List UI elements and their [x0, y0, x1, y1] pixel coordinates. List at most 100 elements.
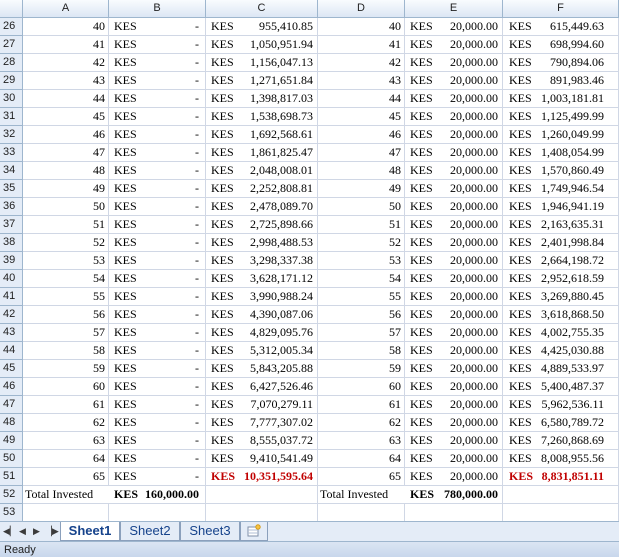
cell-f[interactable]: KES 790,894.06 — [503, 54, 619, 72]
cell-e[interactable]: KES 20,000.00 — [405, 342, 503, 360]
cell-d[interactable]: 61 — [318, 396, 405, 414]
cell-d[interactable]: 49 — [318, 180, 405, 198]
cell-f[interactable]: KES 5,962,536.11 — [503, 396, 619, 414]
cell-c[interactable]: KES 1,398,817.03 — [206, 90, 318, 108]
column-header-a[interactable]: A — [23, 0, 109, 18]
cell-a[interactable]: 57 — [23, 324, 109, 342]
cell-b[interactable]: KES - — [109, 72, 206, 90]
cell-e[interactable]: KES 20,000.00 — [405, 414, 503, 432]
cell-f[interactable]: KES 1,749,946.54 — [503, 180, 619, 198]
cell-e[interactable]: KES 20,000.00 — [405, 468, 503, 486]
select-all-corner[interactable] — [0, 0, 23, 18]
cell-d[interactable]: 56 — [318, 306, 405, 324]
cell-c[interactable]: KES 2,252,808.81 — [206, 180, 318, 198]
cell-e[interactable]: KES 20,000.00 — [405, 126, 503, 144]
total-invested-right[interactable]: KES 780,000.00 — [405, 486, 503, 504]
total-invested-left[interactable]: KES 160,000.00 — [109, 486, 206, 504]
cell-f[interactable]: KES 8,008,955.56 — [503, 450, 619, 468]
tab-sheet2[interactable]: Sheet2 — [120, 522, 180, 541]
prev-sheet-icon[interactable]: ◀ — [17, 525, 28, 538]
cell-c[interactable]: KES 2,048,008.01 — [206, 162, 318, 180]
cell-e[interactable]: KES 20,000.00 — [405, 234, 503, 252]
cell-f[interactable]: KES 1,570,860.49 — [503, 162, 619, 180]
cell-d[interactable]: 45 — [318, 108, 405, 126]
row-header[interactable]: 31 — [0, 108, 23, 126]
cell-c[interactable]: KES 3,990,988.24 — [206, 288, 318, 306]
cell-e[interactable]: KES 20,000.00 — [405, 288, 503, 306]
cell-d[interactable]: 54 — [318, 270, 405, 288]
cell-f[interactable]: KES 2,401,998.84 — [503, 234, 619, 252]
cell-d[interactable]: 40 — [318, 18, 405, 36]
cell-c[interactable]: KES 7,070,279.11 — [206, 396, 318, 414]
cell-c[interactable]: KES 5,843,205.88 — [206, 360, 318, 378]
insert-sheet-icon[interactable] — [240, 522, 268, 541]
empty-cell[interactable] — [318, 504, 405, 521]
cell-b[interactable]: KES - — [109, 432, 206, 450]
cell-b[interactable]: KES - — [109, 324, 206, 342]
cell-b[interactable]: KES - — [109, 18, 206, 36]
cell-b[interactable]: KES - — [109, 216, 206, 234]
cell-f[interactable]: KES 3,269,880.45 — [503, 288, 619, 306]
cell-b[interactable]: KES - — [109, 234, 206, 252]
row-header[interactable]: 33 — [0, 144, 23, 162]
cell-d[interactable]: 53 — [318, 252, 405, 270]
cell-b[interactable]: KES - — [109, 378, 206, 396]
row-header[interactable]: 41 — [0, 288, 23, 306]
cell-a[interactable]: 59 — [23, 360, 109, 378]
cell-f[interactable]: KES 2,664,198.72 — [503, 252, 619, 270]
cell-d[interactable]: 44 — [318, 90, 405, 108]
row-header[interactable]: 39 — [0, 252, 23, 270]
cell-b[interactable]: KES - — [109, 162, 206, 180]
row-header[interactable]: 40 — [0, 270, 23, 288]
cell-d[interactable]: 46 — [318, 126, 405, 144]
cell-d[interactable]: 48 — [318, 162, 405, 180]
cell-e[interactable]: KES 20,000.00 — [405, 360, 503, 378]
empty-cell[interactable] — [206, 504, 318, 521]
row-header[interactable]: 35 — [0, 180, 23, 198]
row-header[interactable]: 34 — [0, 162, 23, 180]
cell-d[interactable]: 63 — [318, 432, 405, 450]
cell-d[interactable]: 50 — [318, 198, 405, 216]
cell-a[interactable]: 53 — [23, 252, 109, 270]
last-sheet-icon[interactable]: ▕▶ — [45, 525, 59, 538]
cell-c[interactable]: KES 10,351,595.64 — [206, 468, 318, 486]
cell-e[interactable]: KES 20,000.00 — [405, 18, 503, 36]
cell-b[interactable]: KES - — [109, 144, 206, 162]
cell-e[interactable]: KES 20,000.00 — [405, 90, 503, 108]
cell-f[interactable]: KES 891,983.46 — [503, 72, 619, 90]
tab-sheet1[interactable]: Sheet1 — [60, 522, 120, 541]
cell-d[interactable]: 52 — [318, 234, 405, 252]
cell-f[interactable]: KES 5,400,487.37 — [503, 378, 619, 396]
cell-b[interactable]: KES - — [109, 36, 206, 54]
cell-d[interactable]: 42 — [318, 54, 405, 72]
spreadsheet-grid[interactable]: A B C D E F 26 40 KES - KES 955,410.85 40 KES 20… — [0, 0, 619, 521]
next-sheet-icon[interactable]: ▶ — [31, 525, 42, 538]
cell-f[interactable]: KES 4,425,030.88 — [503, 342, 619, 360]
tab-sheet3[interactable]: Sheet3 — [180, 522, 240, 541]
cell-d[interactable]: 60 — [318, 378, 405, 396]
cell-a[interactable]: 46 — [23, 126, 109, 144]
cell-a[interactable]: 55 — [23, 288, 109, 306]
cell-a[interactable]: 54 — [23, 270, 109, 288]
cell-e[interactable]: KES 20,000.00 — [405, 72, 503, 90]
cell-a[interactable]: 60 — [23, 378, 109, 396]
cell-c[interactable]: KES 2,478,089.70 — [206, 198, 318, 216]
cell-d[interactable]: 65 — [318, 468, 405, 486]
cell-a[interactable]: 41 — [23, 36, 109, 54]
cell-e[interactable]: KES 20,000.00 — [405, 36, 503, 54]
cell-a[interactable]: 58 — [23, 342, 109, 360]
row-header[interactable]: 28 — [0, 54, 23, 72]
cell-b[interactable]: KES - — [109, 414, 206, 432]
cell-f[interactable]: KES 615,449.63 — [503, 18, 619, 36]
cell-e[interactable]: KES 20,000.00 — [405, 396, 503, 414]
row-header[interactable]: 51 — [0, 468, 23, 486]
cell-a[interactable]: 40 — [23, 18, 109, 36]
cell-c[interactable]: KES 7,777,307.02 — [206, 414, 318, 432]
row-header[interactable]: 53 — [0, 504, 23, 521]
row-header[interactable]: 37 — [0, 216, 23, 234]
cell-b[interactable]: KES - — [109, 288, 206, 306]
row-header[interactable]: 38 — [0, 234, 23, 252]
cell-a[interactable]: 65 — [23, 468, 109, 486]
first-sheet-icon[interactable]: ◀▏ — [3, 525, 17, 538]
cell-f[interactable]: KES 2,952,618.59 — [503, 270, 619, 288]
